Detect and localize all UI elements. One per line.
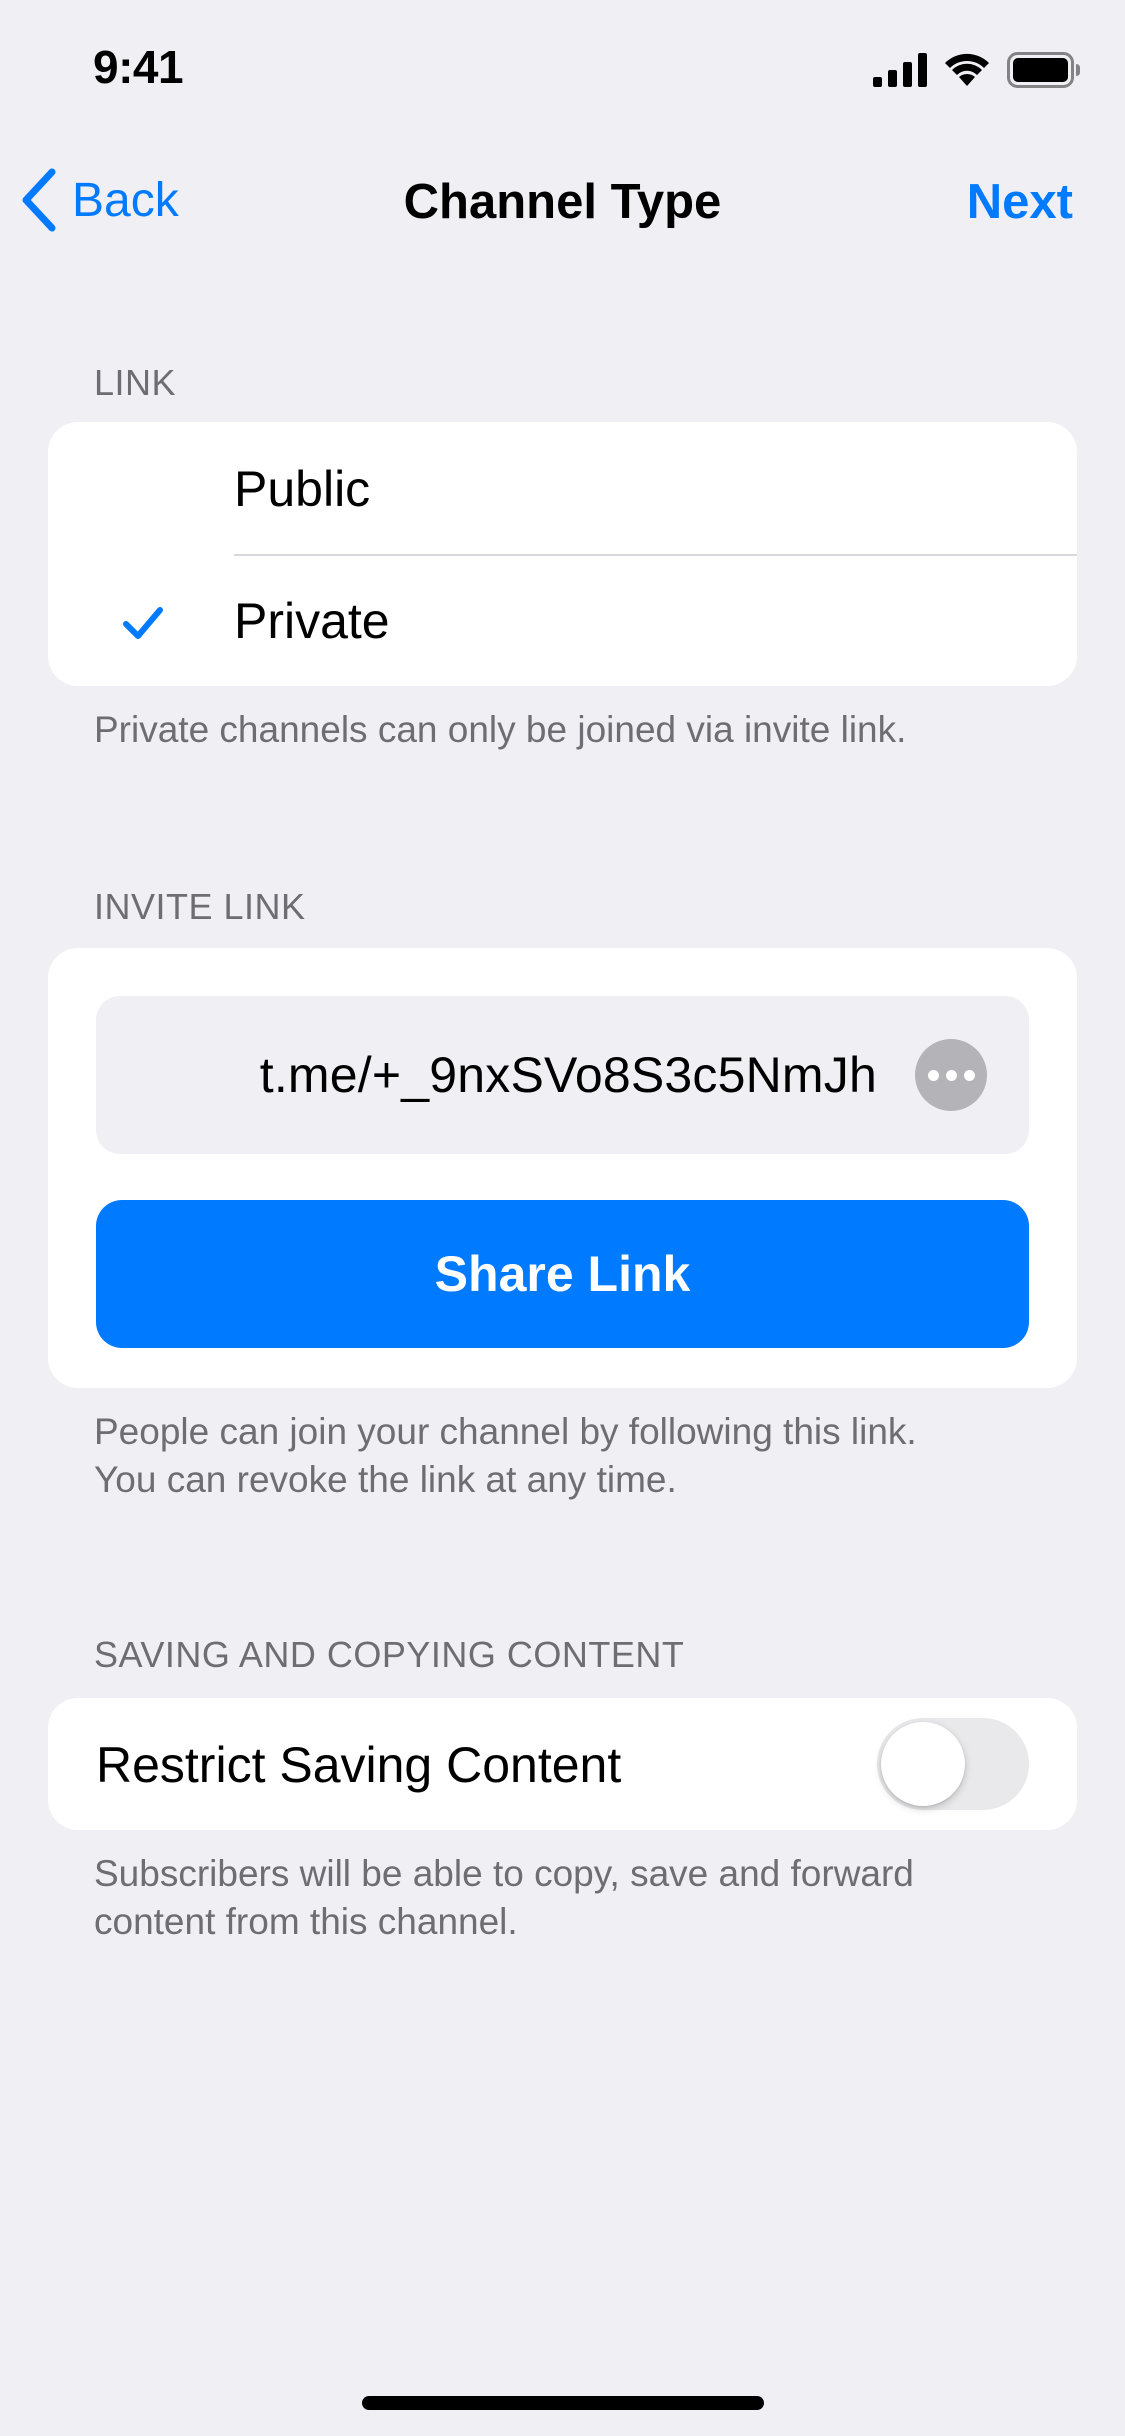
cellular-signal-icon <box>873 53 927 87</box>
invite-link-footer: People can join your channel by followin… <box>94 1408 1054 1504</box>
dot <box>927 1069 939 1081</box>
option-private[interactable]: Private <box>48 554 1077 686</box>
restrict-saving-toggle[interactable] <box>877 1718 1029 1810</box>
invite-link-card: t.me/+_9nxSVo8S3c5NmJh Share Link <box>48 948 1077 1388</box>
status-bar: 9:41 <box>0 0 1125 132</box>
status-icons <box>873 50 1081 90</box>
home-indicator[interactable] <box>362 2396 764 2410</box>
share-link-button[interactable]: Share Link <box>96 1200 1029 1348</box>
navigation-bar: Back Channel Type Next <box>0 150 1125 250</box>
restrict-saving-label: Restrict Saving Content <box>96 1737 622 1793</box>
link-section-footer: Private channels can only be joined via … <box>94 709 907 750</box>
battery-icon <box>1007 52 1080 88</box>
dot <box>963 1069 975 1081</box>
link-type-card: Public Private <box>48 422 1077 686</box>
checkmark-icon <box>123 607 163 639</box>
option-private-label: Private <box>234 593 390 649</box>
wifi-icon <box>945 53 989 86</box>
content-footer-line-2: content from this channel. <box>94 1901 518 1942</box>
link-section-header: LINK <box>94 362 177 403</box>
toggle-knob <box>881 1722 965 1806</box>
channel-type-screen: 9:41 Back Channel Type Next LINK Public … <box>0 0 1125 2436</box>
status-time: 9:41 <box>93 41 184 93</box>
next-button[interactable]: Next <box>967 174 1073 230</box>
content-footer-line-1: Subscribers will be able to copy, save a… <box>94 1853 914 1894</box>
dot <box>945 1069 957 1081</box>
option-public-label: Public <box>234 461 371 517</box>
content-section-footer: Subscribers will be able to copy, save a… <box>94 1850 1054 1946</box>
invite-footer-line-1: People can join your channel by followin… <box>94 1411 917 1452</box>
invite-link-text: t.me/+_9nxSVo8S3c5NmJh <box>259 1047 877 1103</box>
option-public[interactable]: Public <box>48 422 1077 556</box>
invite-footer-line-2: You can revoke the link at any time. <box>94 1459 677 1500</box>
content-section-header: SAVING AND COPYING CONTENT <box>94 1634 685 1675</box>
invite-link-field[interactable]: t.me/+_9nxSVo8S3c5NmJh <box>96 996 1029 1154</box>
ellipsis-icon[interactable] <box>915 1039 987 1111</box>
invite-link-section-header: INVITE LINK <box>94 886 306 927</box>
restrict-saving-card: Restrict Saving Content <box>48 1698 1077 1830</box>
page-title: Channel Type <box>403 175 722 229</box>
